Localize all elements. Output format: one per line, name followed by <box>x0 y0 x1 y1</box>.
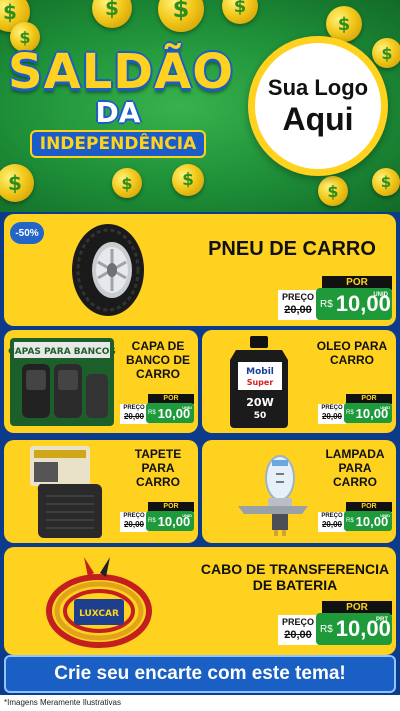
new-price: R$ 10,00 UNID <box>316 288 392 320</box>
logo-text-line2: Aqui <box>282 101 354 137</box>
price-unit: UNID <box>380 405 390 410</box>
price-unit: UNID <box>380 513 390 518</box>
old-price-value: 20,00 <box>321 412 343 421</box>
old-price-value: 20,00 <box>284 304 312 316</box>
price-unit: UNID <box>182 513 192 518</box>
old-price-value: 20,00 <box>321 520 343 529</box>
disclaimer-text: *Imagens Meramente Ilustrativas <box>0 695 400 711</box>
currency: R$ <box>320 623 333 635</box>
package-text: LUXCAR <box>79 609 119 619</box>
coin-icon: $ <box>158 0 204 32</box>
product-card-jumper-cable[interactable]: LUXCAR CABO DE TRANSFERENCIA DE BATERIA … <box>4 547 396 655</box>
create-flyer-button[interactable]: Crie seu encarte com este tema! <box>4 655 396 693</box>
jumper-cable-icon: LUXCAR <box>46 557 152 648</box>
svg-text:Super: Super <box>247 378 274 387</box>
title-independencia: INDEPENDÊNCIA <box>29 130 207 158</box>
currency: R$ <box>148 410 156 416</box>
old-price: PREÇO 20,00 <box>278 615 318 645</box>
seat-cover-icon: CAPAS PARA BANCOS <box>8 338 116 426</box>
title-da: DA <box>95 96 141 129</box>
header-banner: $ $ $ $ $ $ $ $ $ $ $ $ SALDÃO DA INDEPE… <box>0 0 400 212</box>
old-price-value: 20,00 <box>123 412 145 421</box>
new-price: R$ 10,00 PRT <box>316 613 392 645</box>
old-price-value: 20,00 <box>284 629 312 641</box>
old-price: PREÇO 20,00 <box>120 512 148 532</box>
product-name: TAPETE PARA CARRO <box>134 447 182 489</box>
old-price-label: PREÇO <box>321 513 343 519</box>
old-price: PREÇO 20,00 <box>318 404 346 424</box>
old-price-label: PREÇO <box>123 405 145 411</box>
product-name: CABO DE TRANSFERENCIA DE BATERIA <box>200 561 390 594</box>
new-price: R$ 10,00 UNID <box>344 403 392 423</box>
coin-icon: $ <box>0 164 34 202</box>
currency: R$ <box>346 410 354 416</box>
coin-icon: $ <box>172 164 204 196</box>
car-mat-icon <box>30 446 102 538</box>
price-tag: POR PREÇO 20,00 R$ 10,00 PRT <box>278 601 392 647</box>
product-card-oil[interactable]: Mobil Super 20W 50 OLEO PARA CARRO POR P… <box>202 330 396 433</box>
new-price: R$ 10,00 UNID <box>146 403 194 423</box>
new-price: R$ 10,00 UNID <box>146 511 194 531</box>
product-name: PNEU DE CARRO <box>208 238 376 260</box>
price-unit: PRT <box>376 617 388 623</box>
tire-icon <box>72 224 144 316</box>
old-price: PREÇO 20,00 <box>318 512 346 532</box>
promo-title: SALDÃO DA INDEPENDÊNCIA <box>8 44 235 158</box>
price-tag: POR PREÇO 20,00 R$ 10,00 UNID <box>120 394 194 424</box>
old-price-label: PREÇO <box>321 405 343 411</box>
discount-badge: -50% <box>10 222 44 244</box>
svg-text:20W: 20W <box>246 396 273 409</box>
coin-icon: $ <box>318 176 348 206</box>
product-card-car-mat[interactable]: TAPETE PARA CARRO POR PREÇO 20,00 R$ 10,… <box>4 440 198 543</box>
new-price: R$ 10,00 UNID <box>344 511 392 531</box>
price-tag: POR PREÇO 20,00 R$ 10,00 UNID <box>278 276 392 322</box>
product-name: CAPA DE BANCO DE CARRO <box>125 339 190 381</box>
currency: R$ <box>320 298 333 310</box>
title-saldao: SALDÃO <box>8 44 235 100</box>
oil-bottle-icon: Mobil Super 20W 50 <box>230 336 288 428</box>
coin-icon: $ <box>222 0 258 24</box>
product-card-headlight[interactable]: LAMPADA PARA CARRO POR PREÇO 20,00 R$ 10… <box>202 440 396 543</box>
old-price: PREÇO 20,00 <box>120 404 148 424</box>
coin-icon: $ <box>92 0 132 28</box>
logo-text-line1: Sua Logo <box>267 75 369 100</box>
currency: R$ <box>346 518 354 524</box>
package-text: CAPAS PARA BANCOS <box>8 347 116 357</box>
headlight-bulb-icon <box>238 455 308 536</box>
price-unit: UNID <box>182 405 192 410</box>
price-unit: UNID <box>373 292 388 298</box>
old-price-value: 20,00 <box>123 520 145 529</box>
price-tag: POR PREÇO 20,00 R$ 10,00 UNID <box>318 502 392 532</box>
coin-icon: $ <box>372 168 400 196</box>
product-card-seat-cover[interactable]: CAPAS PARA BANCOS CAPA DE BANCO DE CARRO… <box>4 330 198 433</box>
coin-icon: $ <box>372 38 400 68</box>
old-price-label: PREÇO <box>281 617 314 627</box>
svg-text:Mobil: Mobil <box>246 367 274 377</box>
old-price-label: PREÇO <box>123 513 145 519</box>
old-price: PREÇO 20,00 <box>278 290 318 320</box>
currency: R$ <box>148 518 156 524</box>
old-price-label: PREÇO <box>281 292 314 302</box>
price-tag: POR PREÇO 20,00 R$ 10,00 UNID <box>120 502 194 532</box>
product-card-tire[interactable]: -50% PNEU DE CARRO POR PREÇO 20,00 R$ 10… <box>4 214 396 326</box>
logo-placeholder[interactable]: Sua Logo Aqui <box>248 36 388 176</box>
product-name: OLEO PARA CARRO <box>316 339 388 367</box>
coin-icon: $ <box>112 168 142 198</box>
product-name: LAMPADA PARA CARRO <box>325 447 385 489</box>
price-tag: POR PREÇO 20,00 R$ 10,00 UNID <box>318 394 392 424</box>
svg-text:50: 50 <box>254 411 267 421</box>
